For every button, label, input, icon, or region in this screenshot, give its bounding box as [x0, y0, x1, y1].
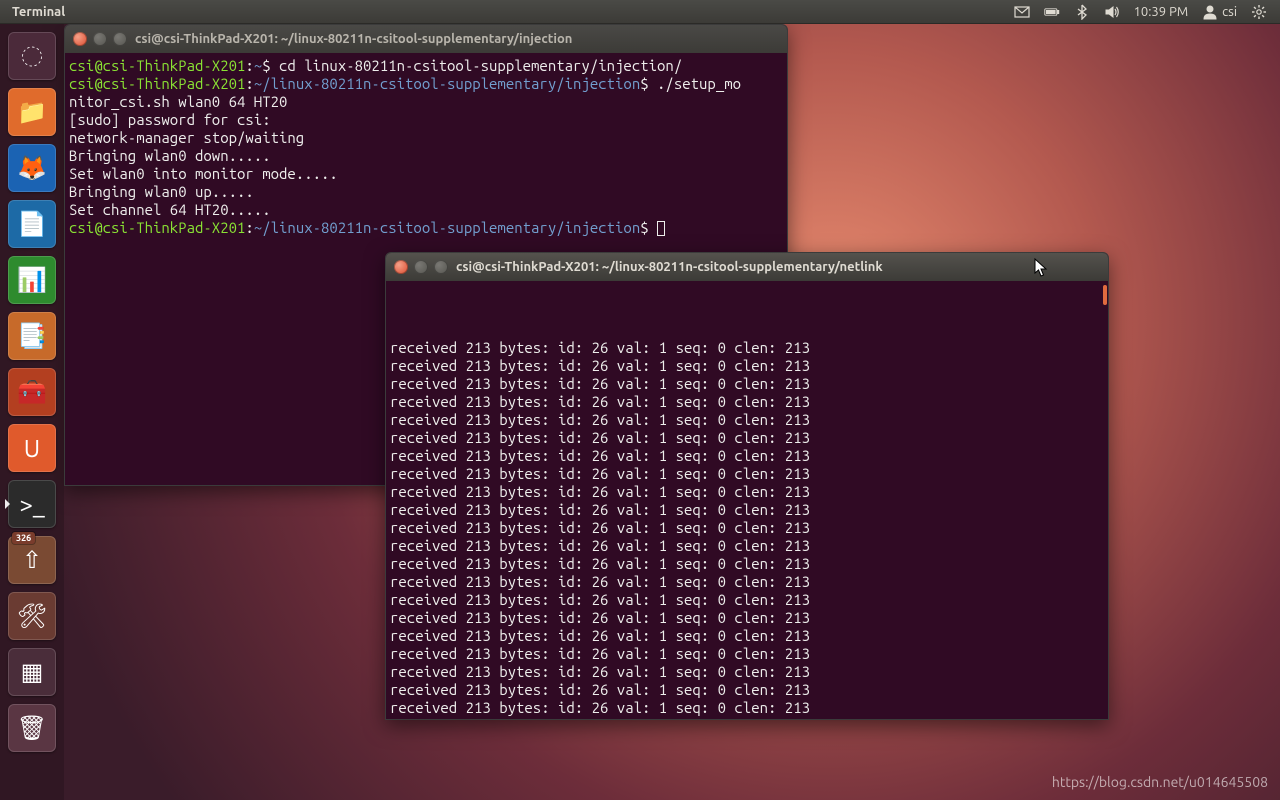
window-title: csi@csi-ThinkPad-X201: ~/linux-80211n-cs… [456, 260, 883, 274]
user-label: csi [1222, 5, 1237, 19]
software-center-icon: 🧰 [8, 368, 56, 416]
maximize-icon[interactable] [434, 260, 448, 274]
badge: 326 [12, 532, 35, 544]
window-titlebar[interactable]: csi@csi-ThinkPad-X201: ~/linux-80211n-cs… [65, 25, 787, 53]
launcher-impress[interactable]: 📑 [6, 310, 58, 362]
menu-bar: Terminal 10:39 PM csi [0, 0, 1280, 24]
terminal-icon: >_ [8, 480, 56, 528]
ubuntu-one-icon: U [8, 424, 56, 472]
user-menu[interactable]: csi [1195, 0, 1244, 23]
launcher-workspaces[interactable]: ▦ [6, 646, 58, 698]
launcher-files[interactable]: 📁 [6, 86, 58, 138]
calc-icon: 📊 [8, 256, 56, 304]
dash-icon: ◌ [8, 32, 56, 80]
mouse-cursor [1034, 258, 1048, 278]
launcher-software-center[interactable]: 🧰 [6, 366, 58, 418]
workspaces-icon: ▦ [8, 648, 56, 696]
launcher-trash[interactable]: 🗑 [6, 702, 58, 754]
maximize-icon[interactable] [113, 32, 127, 46]
active-app-title[interactable]: Terminal [6, 5, 71, 19]
scrollbar-thumb[interactable] [1103, 285, 1107, 305]
close-icon[interactable] [394, 260, 408, 274]
battery-icon[interactable] [1037, 0, 1067, 23]
launcher-terminal[interactable]: >_ [6, 478, 58, 530]
impress-icon: 📑 [8, 312, 56, 360]
window-title: csi@csi-ThinkPad-X201: ~/linux-80211n-cs… [135, 32, 572, 46]
launcher-calc[interactable]: 📊 [6, 254, 58, 306]
launcher-ubuntu-one[interactable]: U [6, 422, 58, 474]
window-titlebar[interactable]: csi@csi-ThinkPad-X201: ~/linux-80211n-cs… [386, 253, 1108, 281]
unity-launcher: ◌ 📁 🦊 📄 📊 📑 🧰 U >_ ⇧326 🛠 ▦ 🗑 [0, 24, 64, 800]
firefox-icon: 🦊 [8, 144, 56, 192]
close-icon[interactable] [73, 32, 87, 46]
mail-icon[interactable] [1007, 0, 1037, 23]
launcher-dash[interactable]: ◌ [6, 30, 58, 82]
terminal-content[interactable]: received 213 bytes: id: 26 val: 1 seq: 0… [386, 281, 1108, 719]
trash-icon: 🗑 [8, 704, 56, 752]
launcher-firefox[interactable]: 🦊 [6, 142, 58, 194]
terminal-window-netlink[interactable]: csi@csi-ThinkPad-X201: ~/linux-80211n-cs… [385, 252, 1109, 720]
launcher-software-updater[interactable]: ⇧326 [6, 534, 58, 586]
volume-icon[interactable] [1097, 0, 1127, 23]
settings-icon: 🛠 [8, 592, 56, 640]
minimize-icon[interactable] [93, 32, 107, 46]
clock[interactable]: 10:39 PM [1127, 0, 1196, 23]
files-icon: 📁 [8, 88, 56, 136]
watermark-text: https://blog.csdn.net/u014645508 [1052, 774, 1268, 790]
writer-icon: 📄 [8, 200, 56, 248]
launcher-settings[interactable]: 🛠 [6, 590, 58, 642]
launcher-writer[interactable]: 📄 [6, 198, 58, 250]
bluetooth-icon[interactable] [1067, 0, 1097, 23]
minimize-icon[interactable] [414, 260, 428, 274]
gear-icon[interactable] [1244, 0, 1274, 23]
